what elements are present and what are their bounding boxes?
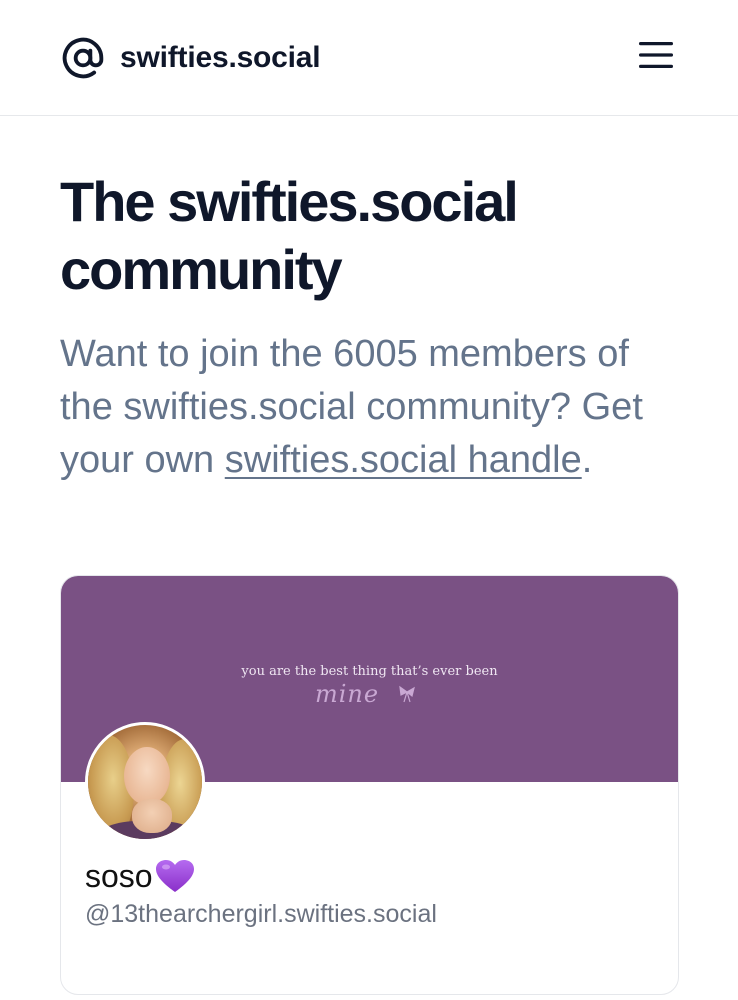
at-sign-icon [60,35,106,81]
member-name-text: soso [85,858,153,894]
site-header: swifties.social [0,0,738,116]
brand-link[interactable]: swifties.social [60,35,321,81]
member-name: soso [85,858,195,895]
get-handle-link[interactable]: swifties.social handle [225,439,582,481]
brand-name: swifties.social [120,40,321,74]
hamburger-menu-icon [638,40,674,75]
banner-script-text: mine [315,680,380,708]
purple-heart-icon [155,859,195,895]
page-title: The swifties.social community [60,170,519,301]
member-card[interactable]: you are the best thing that’s ever been … [60,575,679,995]
menu-button[interactable] [636,38,676,78]
main-content: The swifties.social community Want to jo… [0,168,738,995]
intro-text-end: . [581,439,593,481]
banner-quote: you are the best thing that’s ever been [241,664,498,679]
member-handle: @13thearchergirl.swifties.social [85,900,437,928]
bow-icon [397,684,417,709]
intro-text: Want to join the 6005 members of the swi… [60,328,685,487]
avatar [85,722,205,842]
